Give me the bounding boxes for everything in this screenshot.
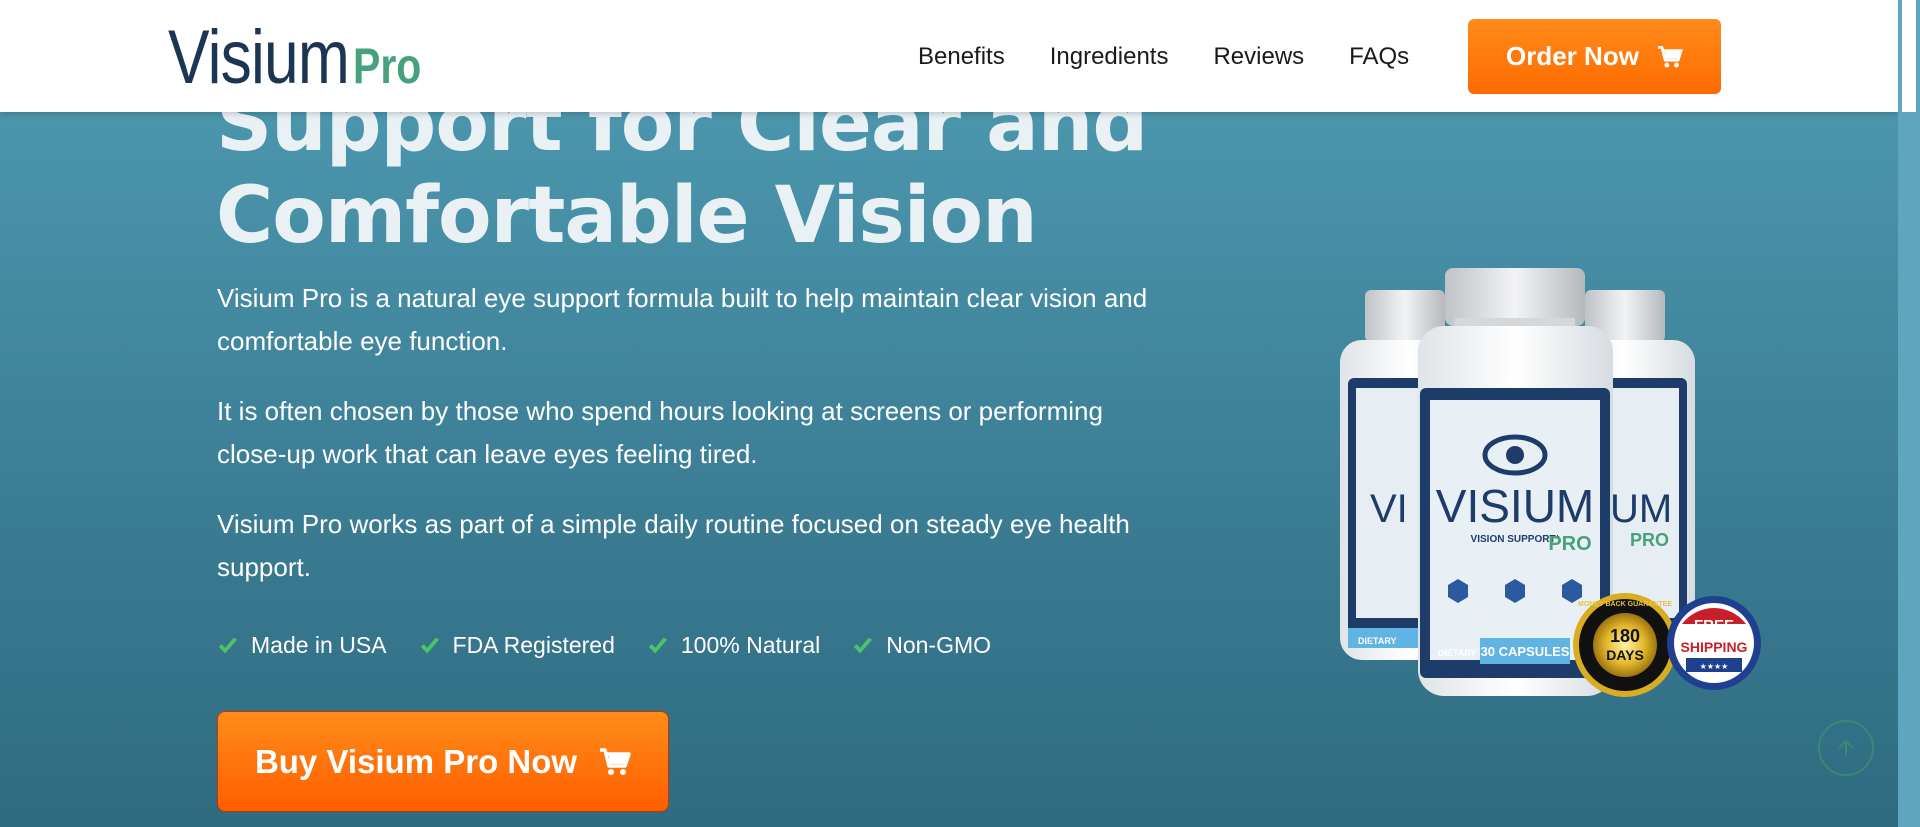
- svg-text:MONEY BACK GUARANTEE: MONEY BACK GUARANTEE: [1578, 601, 1672, 608]
- scrollbar-thumb[interactable]: [1902, 0, 1916, 112]
- svg-text:PRO: PRO: [1630, 530, 1669, 550]
- hero-paragraph-3: Visium Pro works as part of a simple dai…: [217, 509, 1130, 582]
- nav-link-benefits[interactable]: Benefits: [918, 43, 1005, 71]
- scroll-to-top-button[interactable]: [1818, 720, 1874, 776]
- feature-made-in-usa: Made in USA: [217, 632, 387, 659]
- nav-link-ingredients[interactable]: Ingredients: [1050, 43, 1169, 71]
- hero-paragraph-1: Visium Pro is a natural eye support form…: [217, 283, 1148, 356]
- site-logo[interactable]: Visium Pro: [168, 20, 436, 96]
- svg-text:DIETARY: DIETARY: [1438, 648, 1477, 658]
- svg-text:VISION SUPPORT*: VISION SUPPORT*: [1471, 534, 1560, 545]
- free-shipping-badge: FREE SHIPPING ★★★★: [1667, 596, 1761, 690]
- feature-fda-registered: FDA Registered: [419, 632, 615, 659]
- feature-natural: 100% Natural: [647, 632, 820, 659]
- nav-links: Benefits Ingredients Reviews FAQs: [918, 43, 1409, 71]
- feature-label: Non-GMO: [886, 632, 992, 658]
- money-back-badge: 180 DAYS MONEY BACK GUARANTEE: [1573, 593, 1677, 697]
- svg-text:DIETARY: DIETARY: [1358, 636, 1397, 646]
- arrow-up-icon: [1838, 739, 1854, 755]
- top-navigation-bar: Visium Pro Benefits Ingredients Reviews …: [0, 0, 1898, 112]
- svg-text:PRO: PRO: [1548, 533, 1591, 555]
- svg-text:VI: VI: [1370, 487, 1408, 531]
- nav-link-reviews[interactable]: Reviews: [1213, 43, 1304, 71]
- cart-icon: [600, 747, 631, 775]
- svg-text:SHIPPING: SHIPPING: [1681, 639, 1748, 655]
- order-now-label: Order Now: [1506, 41, 1639, 71]
- svg-text:180: 180: [1610, 626, 1640, 646]
- page-scrollbar[interactable]: [1898, 0, 1920, 827]
- buy-now-button[interactable]: Buy Visium Pro Now: [217, 711, 669, 812]
- svg-text:★★★★: ★★★★: [1700, 662, 1729, 671]
- feature-label: 100% Natural: [680, 632, 821, 658]
- feature-non-gmo: Non-GMO: [852, 632, 991, 659]
- cart-icon: [1657, 45, 1683, 67]
- svg-text:FREE: FREE: [1694, 617, 1734, 634]
- product-bottles-image: VI DIETARY UM PRO VISIUM VISION SUPPORT*…: [1340, 268, 1761, 697]
- svg-text:VISIUM: VISIUM: [1436, 480, 1594, 532]
- check-icon: [648, 637, 668, 653]
- svg-text:30 CAPSULES: 30 CAPSULES: [1481, 644, 1570, 659]
- check-icon: [218, 637, 238, 653]
- check-icon: [854, 637, 873, 653]
- feature-list: Made in USA FDA Registered 100% Natural …: [217, 632, 991, 659]
- buy-now-label: Buy Visium Pro Now: [254, 742, 578, 780]
- hero-section: Support for Clear and Comfortable Vision…: [0, 0, 1920, 827]
- feature-label: Made in USA: [251, 632, 387, 658]
- order-now-button[interactable]: Order Now: [1468, 19, 1721, 94]
- hero-paragraph-2: It is often chosen by those who spend ho…: [217, 396, 1103, 469]
- feature-label: FDA Registered: [452, 632, 615, 658]
- logo-pro: Pro: [352, 38, 422, 94]
- logo-wordmark: Visium: [168, 15, 350, 100]
- check-icon: [420, 637, 439, 653]
- nav-link-faqs[interactable]: FAQs: [1349, 43, 1409, 71]
- svg-text:UM: UM: [1610, 487, 1672, 531]
- svg-text:DAYS: DAYS: [1606, 647, 1644, 663]
- headline-line-2: Comfortable Vision: [216, 171, 1038, 261]
